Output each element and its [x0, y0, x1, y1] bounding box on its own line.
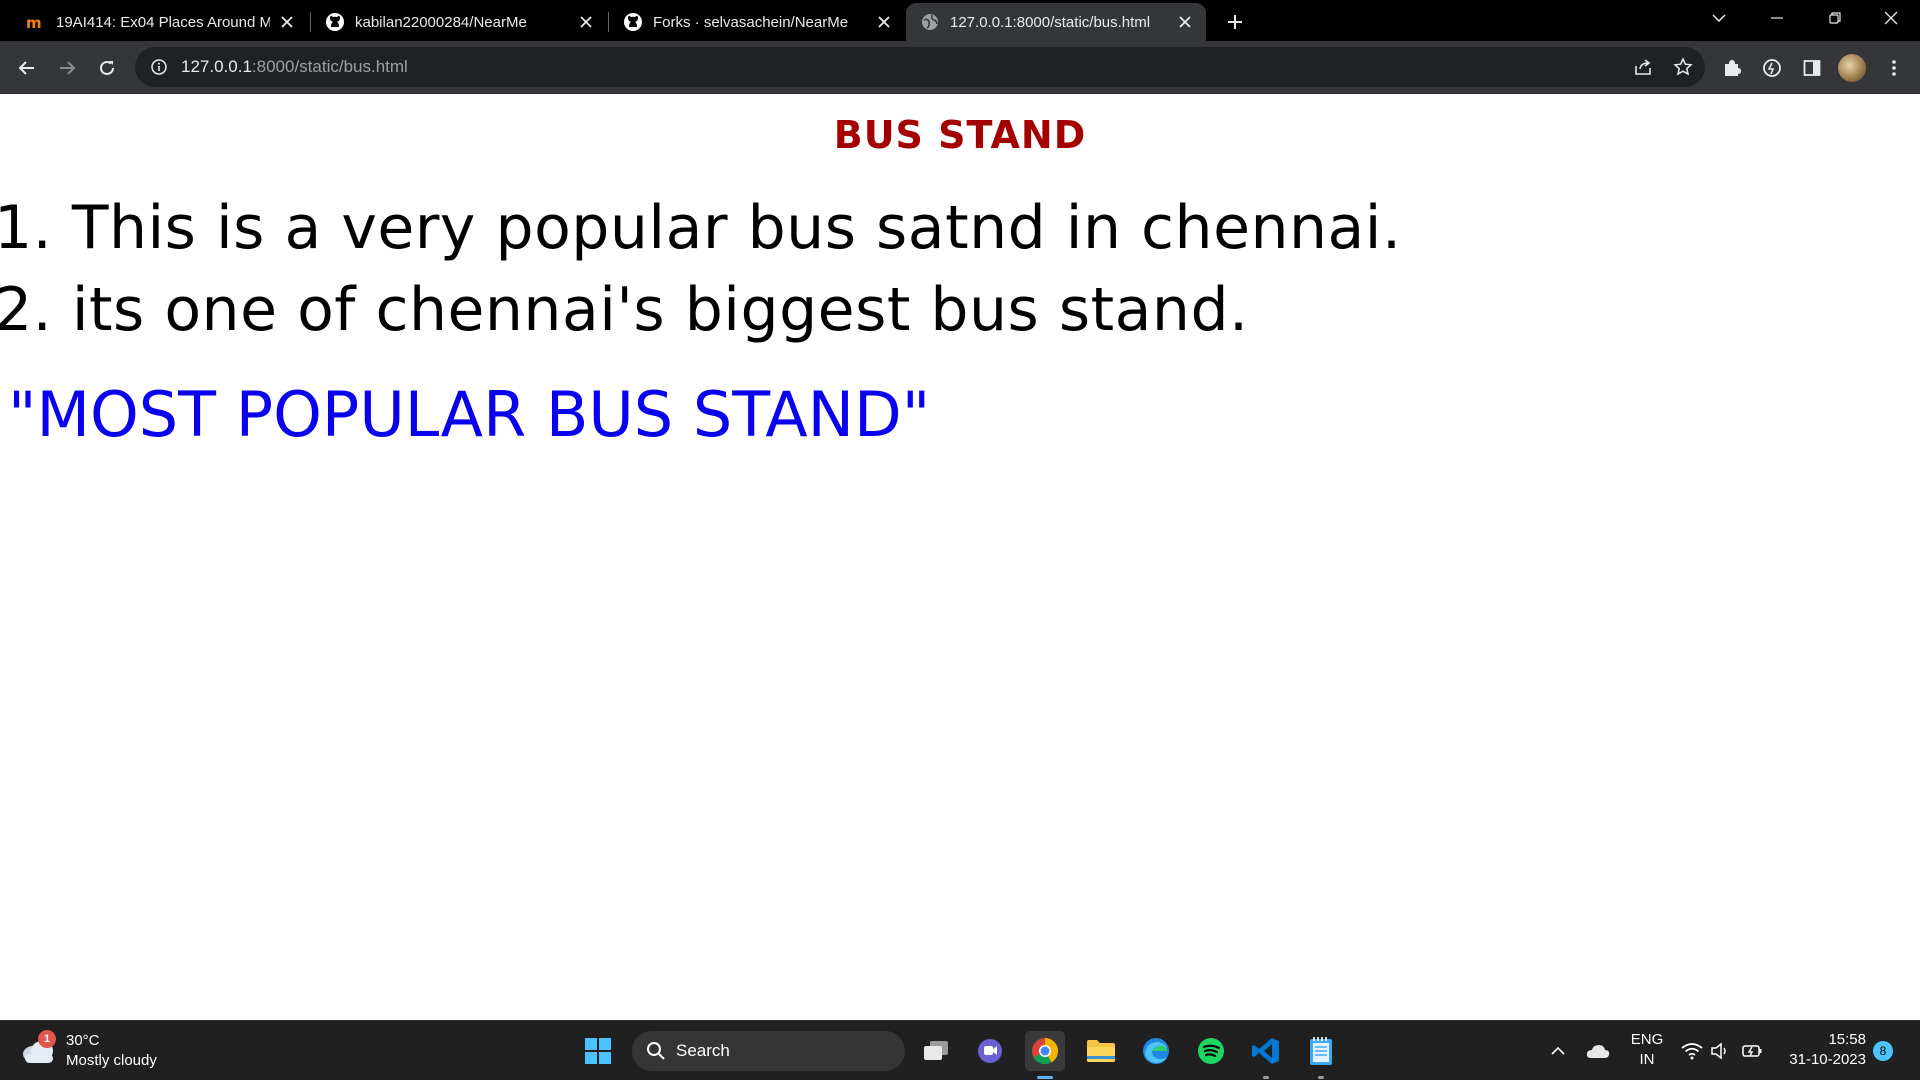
vscode-button[interactable] — [1246, 1031, 1286, 1079]
kebab-menu-icon — [1892, 60, 1896, 76]
svg-text:m: m — [26, 15, 42, 29]
running-indicator — [1318, 1076, 1324, 1079]
tab-moodle[interactable]: m 19AI414: Ex04 Places Around Me — [12, 3, 308, 41]
battery-icon[interactable] — [1740, 1039, 1764, 1063]
extension-button[interactable] — [1756, 52, 1788, 84]
language-indicator[interactable]: ENG IN — [1627, 1030, 1667, 1070]
globe-icon — [920, 12, 940, 32]
address-bar[interactable]: 127.0.0.1:8000/static/bus.html — [135, 47, 1705, 87]
tab-github-kabilan[interactable]: kabilan22000284/NearMe — [311, 3, 607, 41]
minimize-button[interactable] — [1748, 0, 1806, 36]
search-label: Search — [676, 1041, 730, 1060]
spotify-button[interactable] — [1191, 1031, 1231, 1071]
weather-condition: Mostly cloudy — [66, 1052, 157, 1069]
clock-time: 15:58 — [1828, 1031, 1866, 1048]
file-explorer-button[interactable] — [1081, 1031, 1121, 1071]
page-heading: BUS STAND — [833, 113, 1087, 157]
taskbar-search[interactable]: Search — [632, 1031, 905, 1071]
chevron-up-icon[interactable] — [1546, 1039, 1570, 1063]
puzzle-icon — [1725, 60, 1741, 76]
spotify-icon — [1198, 1038, 1224, 1064]
forward-button[interactable] — [51, 52, 83, 84]
folder-icon — [1087, 1040, 1115, 1062]
side-panel-icon — [1803, 60, 1821, 76]
weather-badge: 1 — [38, 1030, 56, 1048]
arrow-left-icon — [18, 61, 34, 75]
quote-text: "MOST POPULAR BUS STAND" — [8, 378, 931, 451]
info-icon[interactable] — [149, 57, 169, 77]
teams-chat-button[interactable] — [970, 1031, 1010, 1071]
chevron-down-icon — [1712, 14, 1726, 22]
close-icon — [1884, 11, 1898, 25]
list-item: 2. its one of chennai's biggest bus stan… — [0, 275, 1249, 345]
restore-button[interactable] — [1806, 0, 1864, 36]
weather-widget[interactable]: 1 30°C Mostly cloudy — [20, 1029, 157, 1073]
notepad-icon — [1310, 1037, 1332, 1065]
task-view-button[interactable] — [916, 1031, 956, 1071]
browser-toolbar: 127.0.0.1:8000/static/bus.html — [0, 41, 1920, 94]
edge-button[interactable] — [1136, 1031, 1176, 1071]
close-icon[interactable] — [577, 13, 595, 31]
new-tab-button[interactable] — [1220, 7, 1250, 37]
web-page: BUS STAND 1. This is a very popular bus … — [0, 95, 1920, 1020]
tab-bus-page[interactable]: 127.0.0.1:8000/static/bus.html — [906, 3, 1206, 41]
share-icon[interactable] — [1631, 55, 1655, 79]
taskbar: 1 30°C Mostly cloudy Search ENG IN 15:58… — [0, 1020, 1920, 1080]
menu-button[interactable] — [1878, 52, 1910, 84]
chrome-taskbar-button[interactable] — [1025, 1031, 1065, 1079]
extensions-button[interactable] — [1716, 52, 1748, 84]
running-indicator — [1037, 1076, 1053, 1079]
tab-search-button[interactable] — [1690, 0, 1748, 36]
minimize-icon — [1771, 17, 1783, 19]
tab-title: 127.0.0.1:8000/static/bus.html — [950, 13, 1151, 31]
close-icon[interactable] — [1176, 13, 1194, 31]
reload-button[interactable] — [91, 52, 123, 84]
url-path: :8000/static/bus.html — [251, 57, 408, 76]
region-code: IN — [1639, 1051, 1655, 1068]
volume-icon[interactable] — [1708, 1039, 1732, 1063]
reload-icon — [100, 60, 114, 75]
arrow-right-icon — [60, 61, 76, 75]
extension-icon — [1763, 59, 1781, 77]
edge-icon — [1143, 1038, 1169, 1064]
tab-title: 19AI414: Ex04 Places Around Me — [56, 13, 270, 31]
profile-avatar[interactable] — [1838, 54, 1866, 82]
github-icon — [325, 12, 345, 32]
running-indicator — [1263, 1076, 1269, 1079]
close-icon[interactable] — [278, 13, 296, 31]
moodle-icon: m — [26, 12, 46, 32]
search-icon — [646, 1041, 666, 1061]
task-view-icon — [924, 1041, 948, 1060]
clock-date: 31-10-2023 — [1789, 1051, 1866, 1068]
start-button[interactable] — [578, 1031, 618, 1071]
cloud-icon: 1 — [20, 1030, 56, 1066]
onedrive-icon[interactable] — [1586, 1039, 1610, 1063]
close-window-button[interactable] — [1862, 0, 1920, 36]
url-host: 127.0.0.1 — [181, 57, 252, 76]
clock[interactable]: 15:58 31-10-2023 — [1776, 1030, 1866, 1070]
github-icon — [623, 12, 643, 32]
plus-icon — [1228, 15, 1242, 29]
list-item: 1. This is a very popular bus satnd in c… — [0, 193, 1402, 263]
wifi-icon[interactable] — [1680, 1039, 1704, 1063]
notepad-button[interactable] — [1301, 1031, 1341, 1079]
url-text[interactable]: 127.0.0.1:8000/static/bus.html — [181, 57, 408, 77]
close-icon[interactable] — [875, 13, 893, 31]
language-code: ENG — [1630, 1031, 1664, 1048]
back-button[interactable] — [11, 52, 43, 84]
tab-title: Forks · selvasachein/NearMe — [653, 13, 849, 31]
vscode-icon — [1252, 1038, 1279, 1064]
restore-icon — [1829, 12, 1841, 24]
side-panel-button[interactable] — [1796, 52, 1828, 84]
notification-badge[interactable]: 8 — [1873, 1041, 1893, 1061]
tab-title: kabilan22000284/NearMe — [355, 13, 527, 31]
windows-icon — [585, 1038, 611, 1064]
chrome-icon — [1032, 1038, 1059, 1065]
bookmark-star-icon[interactable] — [1671, 55, 1695, 79]
tab-github-forks[interactable]: Forks · selvasachein/NearMe — [609, 3, 905, 41]
weather-temp: 30°C — [66, 1032, 100, 1049]
tab-strip: m 19AI414: Ex04 Places Around Me kabilan… — [0, 0, 1920, 41]
chat-icon — [978, 1039, 1002, 1063]
